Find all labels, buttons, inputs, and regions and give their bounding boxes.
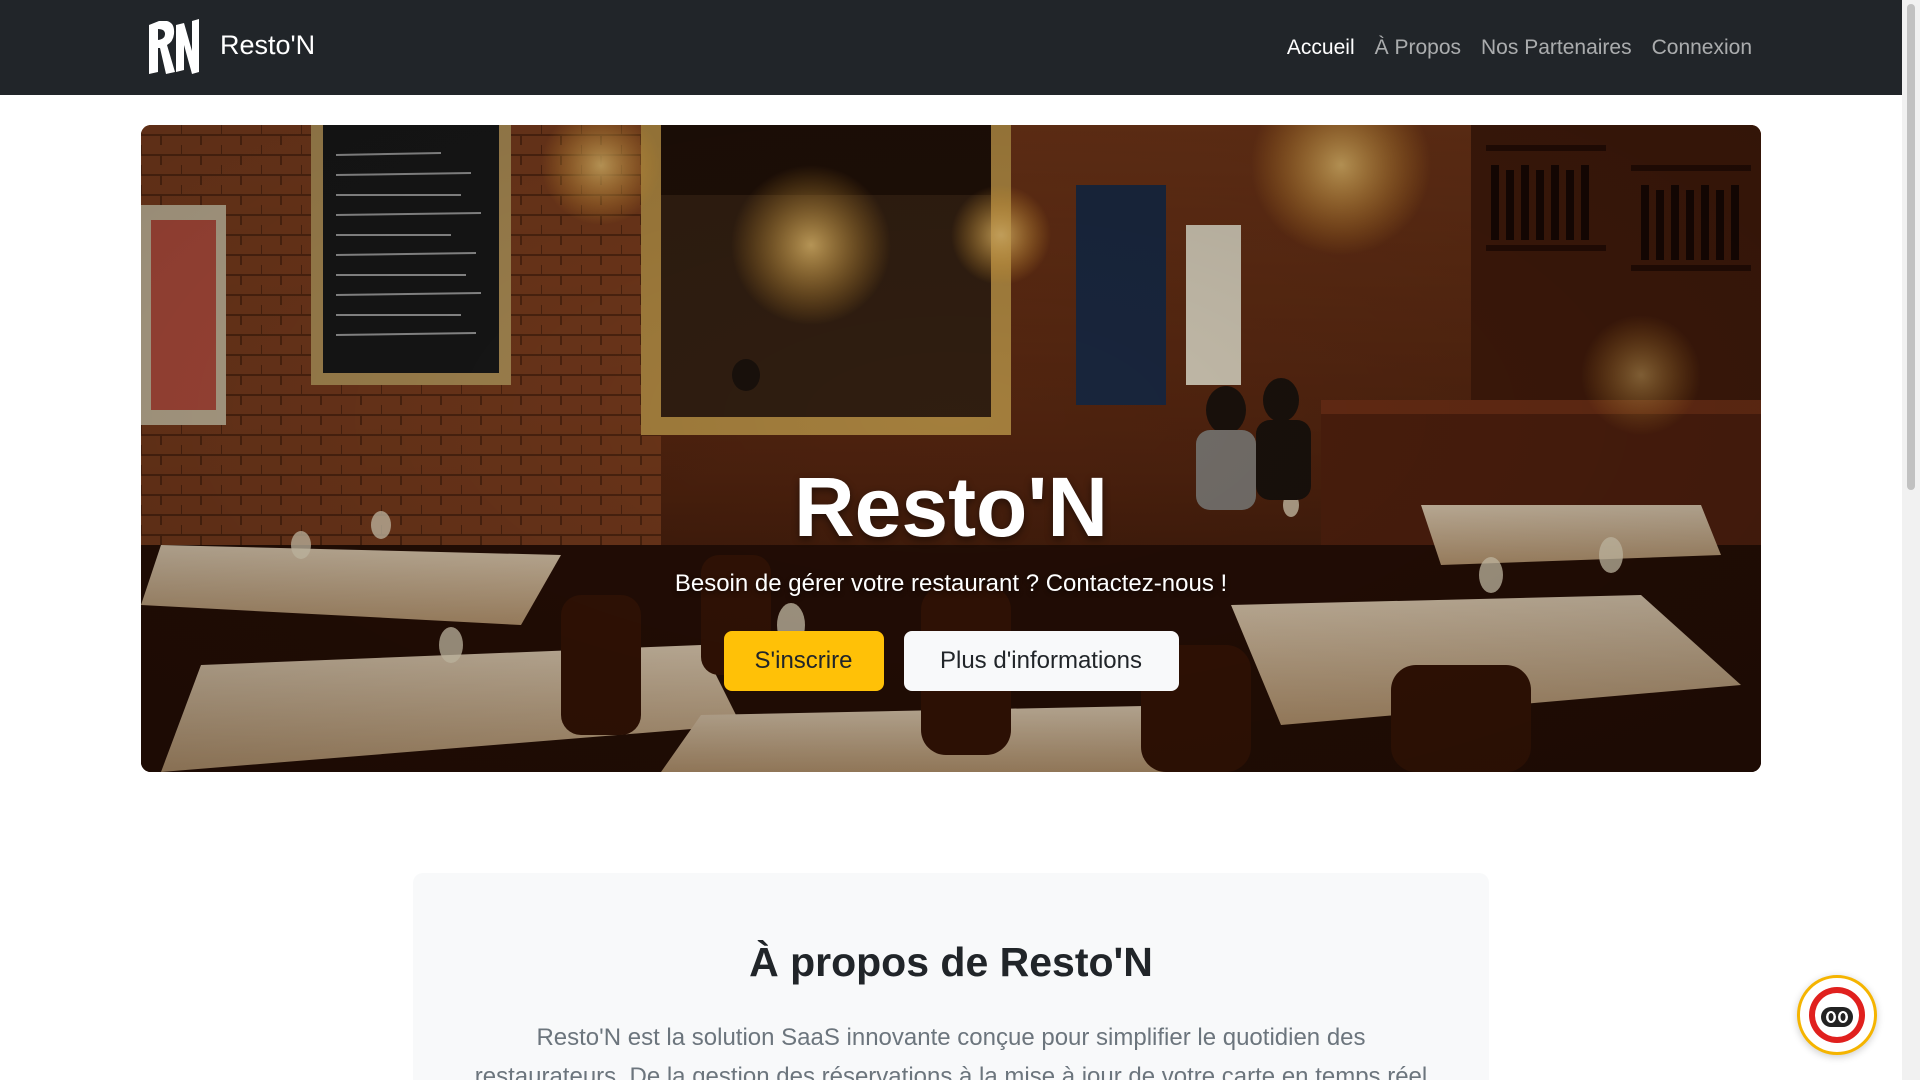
nav-link-accueil[interactable]: Accueil <box>1287 33 1355 63</box>
signup-button[interactable]: S'inscrire <box>723 631 884 691</box>
chat-widget-button[interactable] <box>1797 975 1877 1055</box>
hero-buttons: S'inscrire Plus d'informations <box>141 631 1761 691</box>
more-info-button[interactable]: Plus d'informations <box>903 631 1179 691</box>
brand-name[interactable]: Resto'N <box>220 28 315 62</box>
hero-title: Resto'N <box>793 460 1108 554</box>
vertical-scrollbar[interactable] <box>1902 0 1920 1080</box>
chat-bot-icon <box>1809 987 1865 1043</box>
navbar: Resto'N Accueil À Propos Nos Partenaires… <box>0 0 1902 95</box>
nav-links: Accueil À Propos Nos Partenaires Connexi… <box>1287 33 1752 63</box>
nav-link-a-propos[interactable]: À Propos <box>1375 33 1461 63</box>
nav-link-partenaires[interactable]: Nos Partenaires <box>1481 33 1632 63</box>
hero-banner: Resto'N Besoin de gérer votre restaurant… <box>141 125 1761 772</box>
scrollbar-thumb[interactable] <box>1907 4 1915 490</box>
page: Resto'N Accueil À Propos Nos Partenaires… <box>0 0 1920 1080</box>
hero-subtitle: Besoin de gérer votre restaurant ? Conta… <box>674 570 1228 597</box>
rn-logo-icon[interactable] <box>145 17 201 77</box>
nav-link-connexion[interactable]: Connexion <box>1652 33 1752 63</box>
about-section: À propos de Resto'N Resto'N est la solut… <box>413 873 1489 1080</box>
about-text: Resto'N est la solution SaaS innovante c… <box>474 1024 1428 1080</box>
about-title: À propos de Resto'N <box>749 939 1153 985</box>
